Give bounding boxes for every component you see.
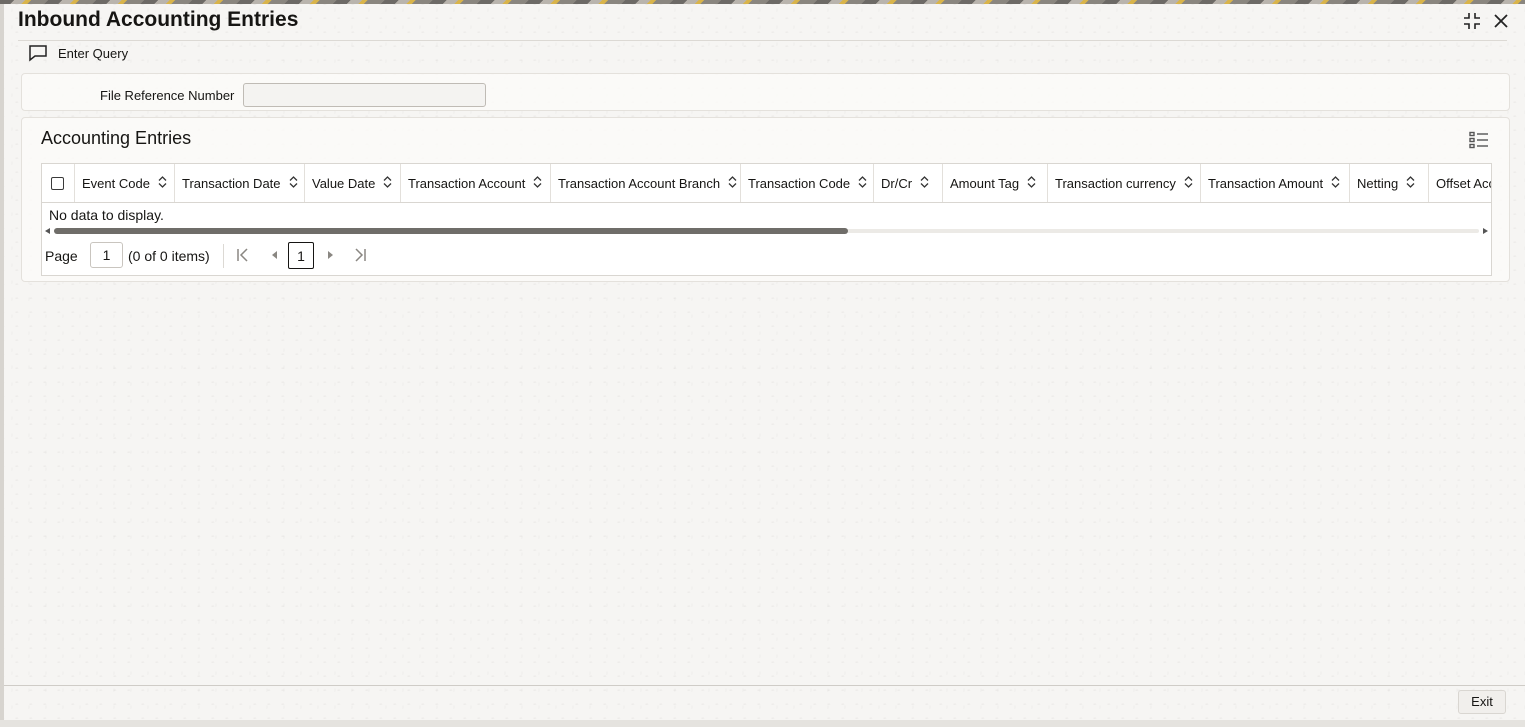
column-transaction-code[interactable]: Transaction Code [741, 164, 874, 202]
page-label: Page [45, 248, 78, 264]
current-page[interactable]: 1 [288, 242, 314, 269]
file-reference-label: File Reference Number [100, 88, 235, 103]
query-panel: File Reference Number [21, 73, 1510, 111]
column-dr-cr[interactable]: Dr/Cr [874, 164, 943, 202]
sort-icon [533, 175, 542, 191]
column-netting[interactable]: Netting [1350, 164, 1429, 202]
left-edge [0, 4, 4, 727]
bottom-edge [0, 720, 1525, 727]
item-count: (0 of 0 items) [128, 248, 210, 264]
scroll-right-icon[interactable] [1483, 228, 1488, 234]
column-amount-tag[interactable]: Amount Tag [943, 164, 1048, 202]
column-transaction-currency[interactable]: Transaction currency [1048, 164, 1201, 202]
sort-icon [1331, 175, 1340, 191]
select-all-checkbox[interactable] [51, 176, 64, 190]
comment-icon [28, 44, 48, 62]
scroll-thumb[interactable] [54, 228, 848, 234]
sort-icon [158, 175, 167, 191]
sort-icon [728, 175, 737, 191]
column-value-date[interactable]: Value Date [305, 164, 401, 202]
empty-message: No data to display. [49, 207, 164, 223]
sort-icon [289, 175, 298, 191]
enter-query-button[interactable]: Enter Query [28, 44, 128, 62]
last-page-icon[interactable] [353, 247, 367, 266]
sort-icon [383, 175, 392, 191]
sort-icon [1027, 175, 1036, 191]
section-title: Accounting Entries [41, 128, 192, 148]
sort-icon [858, 175, 867, 191]
select-all-cell [42, 164, 75, 202]
column-offset-account[interactable]: Offset Acc [1429, 164, 1491, 202]
window-controls [1461, 10, 1509, 32]
horizontal-scrollbar[interactable] [42, 225, 1491, 237]
window-title: Inbound Accounting Entries [18, 8, 299, 31]
first-page-icon[interactable] [236, 247, 250, 266]
pagination: Page 1 (0 of 0 items) 1 [41, 241, 1525, 273]
column-transaction-account-branch[interactable]: Transaction Account Branch [551, 164, 741, 202]
previous-page-icon[interactable] [269, 247, 279, 266]
close-icon[interactable] [1493, 13, 1509, 29]
top-banner-strip [0, 0, 1525, 4]
sort-icon [1184, 175, 1193, 191]
page-input[interactable]: 1 [90, 242, 123, 268]
title-divider [18, 40, 1507, 41]
exit-button[interactable]: Exit [1458, 690, 1506, 714]
minimize-icon[interactable] [1461, 10, 1483, 32]
column-event-code[interactable]: Event Code [75, 164, 175, 202]
column-transaction-date[interactable]: Transaction Date [175, 164, 305, 202]
accounting-entries-panel: Accounting Entries Event Code Transactio… [21, 117, 1510, 282]
scroll-left-icon[interactable] [45, 228, 50, 234]
sort-icon [920, 175, 929, 191]
sort-icon [1406, 175, 1415, 191]
column-transaction-account[interactable]: Transaction Account [401, 164, 551, 202]
column-list-icon[interactable] [1469, 131, 1489, 154]
enter-query-label: Enter Query [58, 45, 129, 61]
file-reference-field[interactable] [243, 83, 486, 107]
table-header: Event Code Transaction Date Value Date T… [42, 164, 1491, 203]
pager-divider [223, 244, 224, 268]
column-transaction-amount[interactable]: Transaction Amount [1201, 164, 1350, 202]
next-page-icon[interactable] [326, 247, 336, 266]
footer-divider [4, 685, 1525, 686]
